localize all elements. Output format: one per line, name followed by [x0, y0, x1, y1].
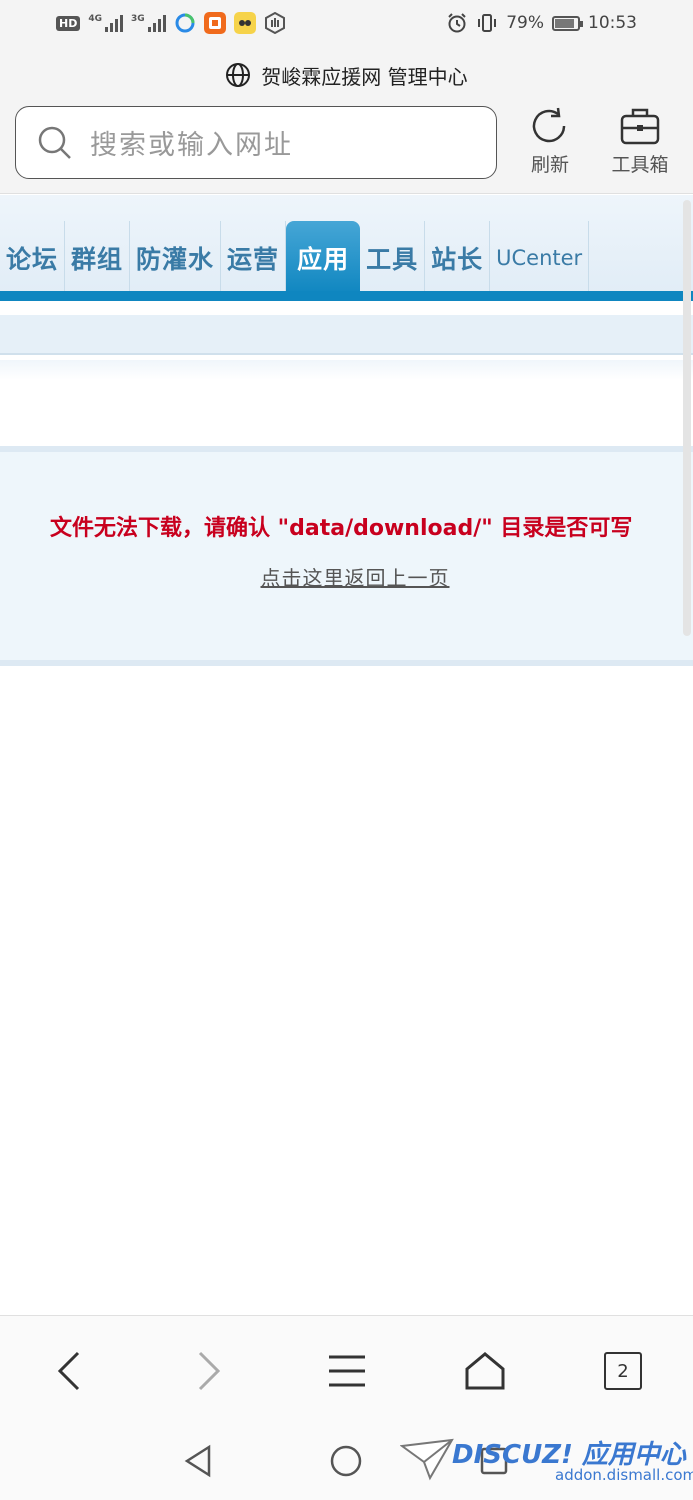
toolbox-button[interactable]: 工具箱	[600, 106, 680, 177]
status-bar-left: HD 4G 3G	[56, 12, 286, 34]
vibrate-icon	[478, 14, 497, 32]
message-box: 文件无法下载，请确认 "data/download/" 目录是否可写 点击这里返…	[0, 446, 693, 666]
status-bar-right: 79% 10:53	[446, 12, 637, 34]
hd-badge: HD	[56, 15, 81, 31]
alarm-icon	[448, 13, 466, 33]
menu-button[interactable]	[322, 1346, 372, 1396]
home-button[interactable]	[460, 1346, 510, 1396]
system-back-button[interactable]	[178, 1441, 218, 1481]
shop-app-icon	[203, 12, 226, 34]
forward-button[interactable]	[184, 1346, 234, 1396]
refresh-label: 刷新	[530, 154, 569, 176]
tab-operation[interactable]: 运营	[221, 221, 287, 295]
refresh-icon	[532, 107, 566, 143]
admin-top-nav: 论坛 群组 防灌水 运营 应用 工具 站长 UCenter	[0, 195, 693, 301]
tab-apps[interactable]: 应用	[286, 221, 361, 295]
signal-icon-2: 3G	[131, 14, 166, 32]
signal-tag-3g: 3G	[131, 14, 145, 24]
back-button[interactable]	[44, 1346, 94, 1396]
address-placeholder: 搜索或输入网址	[90, 130, 293, 161]
address-bar[interactable]: 搜索或输入网址	[15, 106, 497, 179]
refresh-button[interactable]: 刷新	[510, 106, 590, 177]
page-scrollbar[interactable]	[683, 200, 691, 636]
tab-webmaster[interactable]: 站长	[425, 221, 491, 295]
back-link[interactable]: 点击这里返回上一页	[0, 562, 693, 591]
error-message: 文件无法下载，请确认 "data/download/" 目录是否可写	[50, 516, 633, 541]
nav-underline	[0, 291, 693, 301]
watermark-url: addon.dismall.com	[555, 1466, 693, 1484]
signal-tag-4g: 4G	[88, 14, 102, 24]
tab-tools[interactable]: 工具	[360, 221, 426, 295]
browser-bottom-nav: 2	[0, 1315, 693, 1423]
tab-ucenter[interactable]: UCenter	[490, 221, 590, 295]
clock-time: 10:53	[588, 13, 637, 33]
browser-toolbar: 搜索或输入网址 刷新 工具箱	[0, 98, 693, 194]
battery-icon	[552, 15, 583, 31]
chevron-left-icon	[57, 1351, 80, 1391]
hand-app-icon	[264, 12, 285, 34]
menu-icon	[329, 1355, 365, 1387]
tab-count: 2	[604, 1352, 642, 1390]
toolbox-icon	[620, 108, 660, 145]
admin-sub-nav	[0, 315, 693, 355]
browser-app-icon	[175, 13, 195, 33]
discuz-watermark: DISCUZ! 应用中心 addon.dismall.com	[400, 1430, 693, 1490]
status-bar: HD 4G 3G 79% 10:53	[0, 0, 693, 52]
triangle-back-icon	[184, 1444, 211, 1478]
tab-forum[interactable]: 论坛	[0, 221, 66, 295]
admin-nav-tabs: 论坛 群组 防灌水 运营 应用 工具 站长 UCenter	[0, 221, 590, 295]
tab-anti-spam[interactable]: 防灌水	[130, 221, 222, 295]
content-divider	[0, 360, 693, 380]
home-icon	[465, 1352, 505, 1390]
battery-percent: 79%	[506, 13, 544, 33]
system-home-button[interactable]	[326, 1441, 366, 1481]
paper-plane-icon	[400, 1438, 454, 1481]
toolbox-label: 工具箱	[611, 154, 669, 176]
game-app-icon	[233, 12, 256, 34]
tabs-button[interactable]: 2	[598, 1346, 648, 1396]
page-title: 贺峻霖应援网 管理中心	[261, 64, 468, 89]
tab-group[interactable]: 群组	[65, 221, 131, 295]
chevron-right-icon	[198, 1351, 221, 1391]
globe-icon	[226, 63, 251, 87]
signal-icon-1: 4G	[88, 14, 123, 32]
circle-home-icon	[330, 1445, 362, 1477]
page-title-bar: 贺峻霖应援网 管理中心	[0, 52, 693, 98]
search-icon	[38, 126, 71, 159]
